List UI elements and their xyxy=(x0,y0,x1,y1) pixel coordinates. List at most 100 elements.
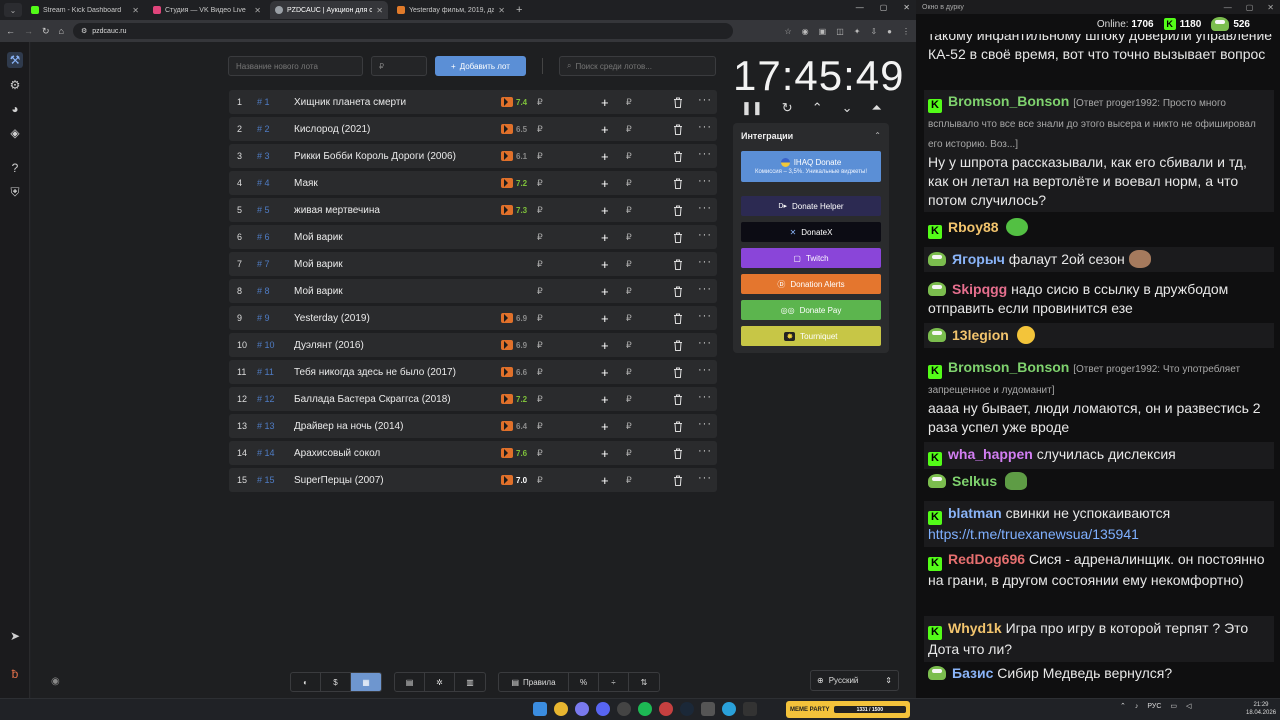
trash-icon[interactable] xyxy=(673,124,683,135)
eye-icon[interactable]: ◉ xyxy=(51,676,60,687)
chat-username[interactable]: Selkus xyxy=(952,473,997,489)
browser-icon[interactable] xyxy=(575,702,589,716)
more-icon[interactable]: ··· xyxy=(698,175,712,187)
add-amount-button[interactable]: + xyxy=(601,392,609,407)
extension-icon[interactable]: ◉ xyxy=(802,27,809,36)
more-icon[interactable]: ··· xyxy=(698,364,712,376)
network-icon[interactable]: ▭ xyxy=(1170,702,1177,710)
kinopoisk-rating[interactable]: 7.2 xyxy=(501,394,527,404)
chat-username[interactable]: Базис xyxy=(952,665,993,681)
puzzle-icon[interactable]: ✦ xyxy=(854,27,861,36)
help-icon[interactable]: ? xyxy=(7,160,23,176)
kinopoisk-rating[interactable]: 6.6 xyxy=(501,367,527,377)
telegram-icon[interactable] xyxy=(722,702,736,716)
browser-tab-pzdcauc[interactable]: PZDCAUC | Аукцион для стрим… ✕ xyxy=(270,1,388,19)
kinopoisk-rating[interactable]: 6.4 xyxy=(501,421,527,431)
add-amount-button[interactable]: + xyxy=(601,311,609,326)
table-view-icon[interactable]: ▦ xyxy=(351,673,381,691)
more-icon[interactable]: ··· xyxy=(698,229,712,241)
lot-id-link[interactable]: # 10 xyxy=(257,340,291,350)
lot-name[interactable]: Дуэлянт (2016) xyxy=(294,340,364,351)
trash-icon[interactable] xyxy=(673,259,683,270)
chat-username[interactable]: Rboy88 xyxy=(948,219,999,235)
collapse-icon[interactable]: ⏶ xyxy=(872,100,882,116)
gear-icon[interactable]: ⚙ xyxy=(7,77,23,93)
add-amount-input[interactable]: ₽ xyxy=(626,97,632,108)
chat-username[interactable]: 13legion xyxy=(952,327,1009,343)
close-icon[interactable]: ✕ xyxy=(1267,3,1274,12)
menu-icon[interactable]: ⋮ xyxy=(902,27,910,36)
github-icon[interactable]: ◐ xyxy=(291,673,321,691)
add-lot-button[interactable]: + Добавить лот xyxy=(435,56,526,76)
add-amount-button[interactable]: + xyxy=(601,230,609,245)
discord-icon[interactable] xyxy=(596,702,610,716)
trash-icon[interactable] xyxy=(673,367,683,378)
tourniquet-button[interactable]: ✸ Tourniquet xyxy=(741,326,881,346)
pause-icon[interactable]: ❚❚ xyxy=(741,100,763,116)
telegram-icon[interactable]: ➤ xyxy=(7,628,23,644)
kinopoisk-rating[interactable]: 6.1 xyxy=(501,151,527,161)
more-icon[interactable]: ··· xyxy=(698,391,712,403)
chat-username[interactable]: Whyd1k xyxy=(948,620,1002,636)
more-icon[interactable]: ··· xyxy=(698,418,712,430)
language-select[interactable]: ⊕ Русский ⇕ xyxy=(810,670,899,691)
kinopoisk-rating[interactable]: 7.3 xyxy=(501,205,527,215)
lot-search-input[interactable]: ⌕ Поиск среди лотов... xyxy=(559,56,716,76)
lot-name[interactable]: Yesterday (2019) xyxy=(294,313,370,324)
home-icon[interactable]: ⌂ xyxy=(59,26,64,36)
kinopoisk-rating[interactable]: 6.9 xyxy=(501,340,527,350)
app-icon[interactable] xyxy=(743,702,757,716)
kinopoisk-rating[interactable]: 6.5 xyxy=(501,124,527,134)
url-field[interactable]: ⚙ pzdcauc.ru xyxy=(72,23,733,39)
lot-name[interactable]: Рикки Бобби Король Дороги (2006) xyxy=(294,151,456,162)
steam-icon[interactable] xyxy=(680,702,694,716)
lot-name[interactable]: Драйвер на ночь (2014) xyxy=(294,421,403,432)
lot-id-link[interactable]: # 8 xyxy=(257,286,291,296)
app-icon[interactable] xyxy=(701,702,715,716)
trash-icon[interactable] xyxy=(673,205,683,216)
lot-id-link[interactable]: # 15 xyxy=(257,475,291,485)
tab-close-icon[interactable]: ✕ xyxy=(376,6,383,15)
history-icon[interactable]: ▥ xyxy=(455,673,485,691)
more-icon[interactable]: ··· xyxy=(698,94,712,106)
ihaq-donate-button[interactable]: IHAQ Donate Комиссия – 3,5%. Уникальные … xyxy=(741,151,881,182)
add-amount-button[interactable]: + xyxy=(601,122,609,137)
trash-icon[interactable] xyxy=(673,178,683,189)
browser-tab-yesterday[interactable]: Yesterday фильм, 2019, дата в… ✕ xyxy=(392,1,510,19)
lot-id-link[interactable]: # 9 xyxy=(257,313,291,323)
dollar-icon[interactable]: $ xyxy=(321,673,351,691)
more-icon[interactable]: ··· xyxy=(698,202,712,214)
chevron-up-icon[interactable]: ⌃ xyxy=(1120,702,1126,710)
more-icon[interactable]: ··· xyxy=(698,472,712,484)
forward-icon[interactable]: → xyxy=(24,26,33,36)
twitch-button[interactable]: ▢ Twitch xyxy=(741,248,881,268)
add-amount-button[interactable]: + xyxy=(601,473,609,488)
lot-name-input[interactable]: Название нового лота xyxy=(228,56,363,76)
add-amount-button[interactable]: + xyxy=(601,203,609,218)
chevron-up-icon[interactable]: ⌃ xyxy=(874,131,881,140)
more-icon[interactable]: ··· xyxy=(698,337,712,349)
speaker-icon[interactable]: ◁ xyxy=(1186,702,1191,710)
add-amount-button[interactable]: + xyxy=(601,419,609,434)
kinopoisk-rating[interactable]: 7.2 xyxy=(501,178,527,188)
add-amount-button[interactable]: + xyxy=(601,284,609,299)
chevron-down-icon[interactable]: ⌄ xyxy=(842,100,853,116)
kinopoisk-rating[interactable]: 7.4 xyxy=(501,97,527,107)
sort-icon[interactable]: ⇅ xyxy=(629,673,659,691)
donate-pay-button[interactable]: ◎◎ Donate Pay xyxy=(741,300,881,320)
add-amount-input[interactable]: ₽ xyxy=(626,340,632,351)
lot-name[interactable]: живая мертвечина xyxy=(294,205,380,216)
minimize-icon[interactable]: — xyxy=(1224,3,1232,12)
chat-username[interactable]: wha_happen xyxy=(948,446,1033,462)
lot-name[interactable]: Мой варик xyxy=(294,286,343,297)
more-icon[interactable]: ··· xyxy=(698,310,712,322)
lot-name[interactable]: Тебя никогда здесь не было (2017) xyxy=(294,367,456,378)
browser-tab-kick[interactable]: Stream - Kick Dashboard ✕ xyxy=(26,1,144,19)
spotify-icon[interactable] xyxy=(638,702,652,716)
trash-icon[interactable] xyxy=(673,232,683,243)
kinopoisk-rating[interactable]: 6.9 xyxy=(501,313,527,323)
add-amount-input[interactable]: ₽ xyxy=(626,232,632,243)
lot-id-link[interactable]: # 3 xyxy=(257,151,291,161)
lot-name[interactable]: Кислород (2021) xyxy=(294,124,370,135)
app-icon[interactable] xyxy=(659,702,673,716)
